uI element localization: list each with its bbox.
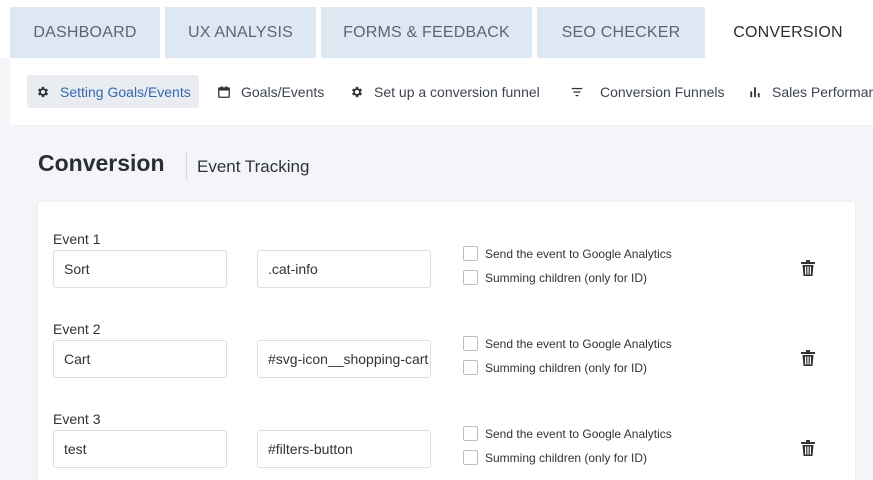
event-selector-input[interactable]: .cat-info bbox=[257, 250, 431, 288]
event-name-input[interactable]: Sort bbox=[53, 250, 227, 288]
event-name-input[interactable]: test bbox=[53, 430, 227, 468]
trash-icon[interactable] bbox=[801, 350, 815, 366]
top-tab-bar: DASHBOARD UX ANALYSIS FORMS & FEEDBACK S… bbox=[0, 0, 873, 58]
subnav-label: Set up a conversion funnel bbox=[374, 83, 540, 100]
event-label: Event 1 bbox=[53, 231, 101, 247]
summing-children-checkbox[interactable]: Summing children (only for ID) bbox=[463, 270, 647, 285]
send-to-ga-checkbox[interactable]: Send the event to Google Analytics bbox=[463, 426, 672, 441]
send-to-ga-checkbox[interactable]: Send the event to Google Analytics bbox=[463, 336, 672, 351]
gear-icon bbox=[351, 86, 363, 97]
event-selector-input[interactable]: #svg-icon__shopping-cart bbox=[257, 340, 431, 378]
subnav-setting-goals-events[interactable]: Setting Goals/Events bbox=[27, 75, 199, 108]
event-selector-input[interactable]: #filters-button bbox=[257, 430, 431, 468]
subnav-goals-events[interactable]: Goals/Events bbox=[217, 75, 324, 108]
subnav-label: Setting Goals/Events bbox=[60, 83, 191, 100]
subnav-set-up-funnel[interactable]: Set up a conversion funnel bbox=[350, 75, 540, 108]
checkbox-label: Summing children (only for ID) bbox=[485, 450, 648, 465]
checkbox[interactable] bbox=[463, 426, 478, 441]
send-to-ga-checkbox[interactable]: Send the event to Google Analytics bbox=[463, 246, 672, 261]
page-subtitle: Event Tracking bbox=[197, 157, 310, 176]
filter-icon bbox=[571, 87, 583, 96]
checkbox[interactable] bbox=[463, 450, 478, 465]
event-label: Event 2 bbox=[53, 321, 101, 337]
checkbox-label: Send the event to Google Analytics bbox=[485, 246, 672, 261]
trash-icon[interactable] bbox=[801, 260, 815, 276]
event-name-input[interactable]: Cart bbox=[53, 340, 227, 378]
subnav-label: Conversion Funnels bbox=[600, 83, 725, 100]
checkbox-label: Summing children (only for ID) bbox=[485, 360, 648, 375]
checkbox-label: Summing children (only for ID) bbox=[485, 270, 648, 285]
subnav-conversion-funnels[interactable]: Conversion Funnels bbox=[570, 75, 725, 108]
checkbox[interactable] bbox=[463, 336, 478, 351]
subnav-sales-performance[interactable]: Sales Performar bbox=[748, 75, 873, 108]
summing-children-checkbox[interactable]: Summing children (only for ID) bbox=[463, 360, 647, 375]
tab-dashboard[interactable]: DASHBOARD bbox=[10, 7, 160, 58]
subnav-label: Sales Performar bbox=[772, 83, 873, 100]
tab-forms-feedback[interactable]: FORMS & FEEDBACK bbox=[321, 7, 532, 58]
gear-icon bbox=[37, 86, 49, 97]
bar-chart-icon bbox=[750, 86, 760, 97]
checkbox-label: Send the event to Google Analytics bbox=[485, 426, 672, 441]
summing-children-checkbox[interactable]: Summing children (only for ID) bbox=[463, 450, 647, 465]
event-tracking-card: Event 1 Sort .cat-info Send the event to… bbox=[38, 202, 855, 480]
checkbox[interactable] bbox=[463, 246, 478, 261]
title-divider bbox=[186, 152, 187, 180]
tab-seo-checker[interactable]: SEO CHECKER bbox=[537, 7, 705, 58]
calendar-icon bbox=[218, 85, 230, 98]
page-title: Conversion bbox=[38, 150, 165, 176]
subnav-label: Goals/Events bbox=[241, 83, 325, 100]
checkbox[interactable] bbox=[463, 360, 478, 375]
sub-navigation: Setting Goals/Events Goals/Events Set up… bbox=[10, 58, 873, 126]
tab-conversion[interactable]: CONVERSION bbox=[710, 7, 866, 58]
trash-icon[interactable] bbox=[801, 440, 815, 456]
tab-ux-analysis[interactable]: UX ANALYSIS bbox=[165, 7, 316, 58]
event-label: Event 3 bbox=[53, 411, 101, 427]
checkbox[interactable] bbox=[463, 270, 478, 285]
checkbox-label: Send the event to Google Analytics bbox=[485, 336, 672, 351]
